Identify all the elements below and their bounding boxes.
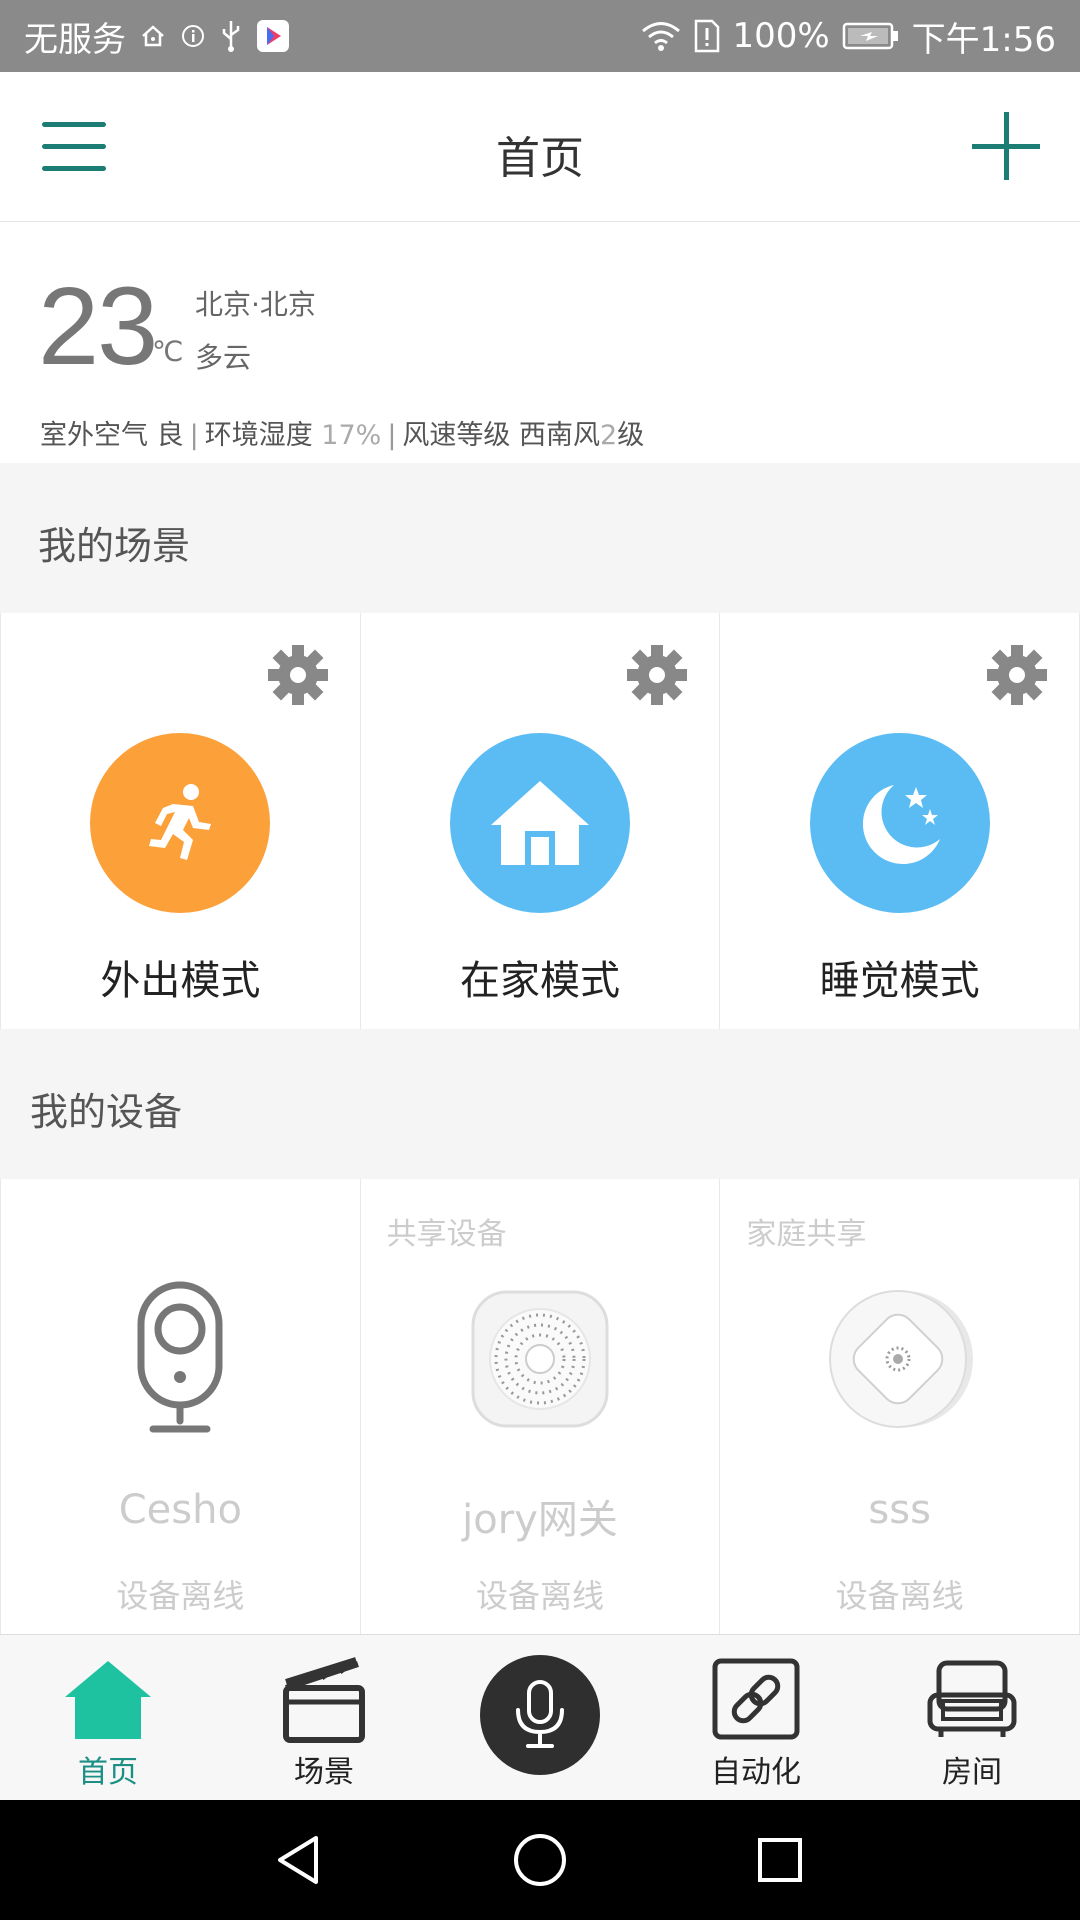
devices-title: 我的设备: [30, 1090, 183, 1134]
gateway-icon: [460, 1279, 620, 1439]
scene-label: 在家模式: [460, 958, 620, 1004]
plus-icon[interactable]: [968, 108, 1044, 184]
home-icon: [58, 1649, 158, 1749]
nav-item-home[interactable]: 首页: [0, 1635, 216, 1800]
device-name: jory网关: [462, 1497, 618, 1543]
page-title: 首页: [496, 133, 584, 184]
status-bar-right: 100% 下午1:56: [640, 0, 1056, 72]
weather-panel: 23 ℃ 北京·北京 多云 室外空气 良 | 环境湿度 17% | 风速等级 西南风2级: [0, 223, 1080, 463]
nav-label: 场景: [294, 1755, 354, 1790]
recents-icon[interactable]: [750, 1830, 810, 1890]
scene-label: 外出模式: [100, 958, 261, 1004]
house-icon: [450, 733, 630, 913]
home-button-icon[interactable]: [510, 1830, 570, 1890]
app-notification-icon: [256, 19, 290, 53]
scene-card-home[interactable]: 在家模式: [360, 613, 720, 1029]
separator: |: [387, 420, 397, 451]
link-icon: [706, 1649, 806, 1749]
humidity-value: 17%: [321, 420, 382, 451]
sofa-icon: [922, 1649, 1022, 1749]
moon-stars-icon: [809, 733, 990, 913]
usb-icon: [220, 19, 242, 53]
status-bar: 无服务 100% 下午1:56: [0, 0, 1080, 72]
scenes-section-header: 我的场景: [0, 463, 1080, 613]
app-header: 首页: [0, 72, 1080, 222]
devices-section-header: 我的设备: [0, 1029, 1080, 1179]
gear-icon[interactable]: [983, 641, 1051, 709]
battery-percent: 100%: [732, 16, 830, 56]
air-quality-value: 良: [156, 420, 184, 451]
battery-charging-icon: [842, 21, 900, 51]
weather-details: 室外空气 良 | 环境湿度 17% | 风速等级 西南风2级: [40, 413, 644, 452]
gear-icon[interactable]: [264, 641, 332, 709]
nav-label: 房间: [942, 1755, 1002, 1790]
nav-item-rooms[interactable]: 房间: [864, 1635, 1080, 1800]
info-status-icon: [180, 23, 206, 49]
sim-alert-icon: [694, 19, 720, 53]
carrier-text: 无服务: [24, 19, 126, 60]
device-tag: 家庭共享: [746, 1217, 867, 1252]
scene-label: 睡觉模式: [819, 958, 980, 1004]
nav-item-scenes[interactable]: 场景: [216, 1635, 432, 1800]
devices-grid: Cesho 设备离线 共享设备 jory网关 设备离线 家庭共享 sss 设备离…: [0, 1179, 1080, 1634]
device-card[interactable]: Cesho 设备离线: [1, 1179, 360, 1634]
device-name: sss: [868, 1487, 931, 1533]
separator: |: [189, 420, 199, 451]
wind-direction: 西南风: [519, 420, 601, 451]
nav-item-automation[interactable]: 自动化: [648, 1635, 864, 1800]
bottom-navigation: 首页 场景 自动化 房间: [0, 1634, 1080, 1800]
clock: 下午1:56: [911, 19, 1056, 60]
device-card[interactable]: 家庭共享 sss 设备离线: [720, 1179, 1080, 1634]
microphone-icon[interactable]: [480, 1655, 600, 1775]
nav-item-voice[interactable]: [432, 1635, 648, 1800]
device-tag: 共享设备: [386, 1217, 507, 1252]
air-quality-label: 室外空气: [40, 420, 148, 451]
clapperboard-icon: [274, 1649, 374, 1749]
weather-condition: 多云: [195, 341, 252, 374]
status-bar-left: 无服务: [24, 0, 290, 72]
humidity-label: 环境湿度: [204, 420, 313, 451]
temperature-value: 23: [38, 265, 158, 388]
back-icon[interactable]: [270, 1830, 330, 1890]
scene-card-sleep[interactable]: 睡觉模式: [720, 613, 1080, 1029]
device-name: Cesho: [118, 1487, 242, 1533]
smoke-detector-icon: [820, 1279, 980, 1439]
weather-city: 北京·北京: [195, 288, 316, 321]
wind-level: 2: [600, 420, 618, 451]
scenes-grid: 外出模式 在家模式 睡觉模式: [0, 613, 1080, 1029]
system-navigation-bar: [0, 1800, 1080, 1920]
wifi-icon: [640, 20, 682, 52]
home-status-icon: [140, 23, 166, 49]
camera-icon: [100, 1279, 260, 1439]
device-card[interactable]: 共享设备 jory网关 设备离线: [360, 1179, 720, 1634]
device-status: 设备离线: [835, 1577, 964, 1615]
gear-icon[interactable]: [623, 641, 691, 709]
device-status: 设备离线: [116, 1577, 245, 1615]
wind-label: 风速等级: [402, 420, 511, 451]
device-status: 设备离线: [476, 1577, 605, 1615]
nav-label: 首页: [78, 1755, 138, 1790]
temperature-unit: ℃: [152, 335, 184, 368]
wind-unit: 级: [617, 420, 645, 451]
nav-label: 自动化: [711, 1755, 801, 1790]
scene-card-away[interactable]: 外出模式: [1, 613, 360, 1029]
scenes-title: 我的场景: [38, 524, 191, 568]
running-person-icon: [90, 733, 271, 913]
